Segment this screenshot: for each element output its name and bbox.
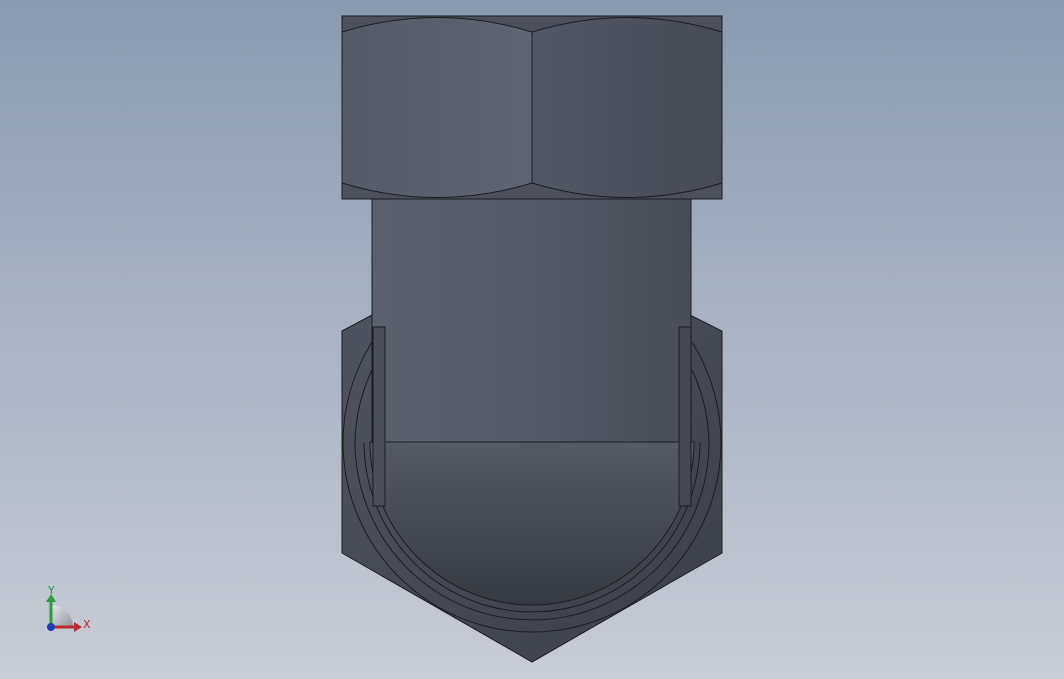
3d-viewport[interactable]: Y X — [0, 0, 1064, 679]
nut-face-right — [531, 17, 723, 198]
slot-right — [678, 326, 692, 507]
x-axis-label: X — [83, 618, 91, 631]
top-hex-nut[interactable] — [341, 15, 723, 200]
z-axis-dot — [47, 623, 55, 631]
nut-face-left — [341, 17, 533, 198]
graphics-area[interactable]: Y X — [0, 0, 1064, 679]
tube-body — [371, 197, 692, 443]
slot-left — [372, 326, 386, 507]
y-axis-label: Y — [47, 584, 55, 597]
